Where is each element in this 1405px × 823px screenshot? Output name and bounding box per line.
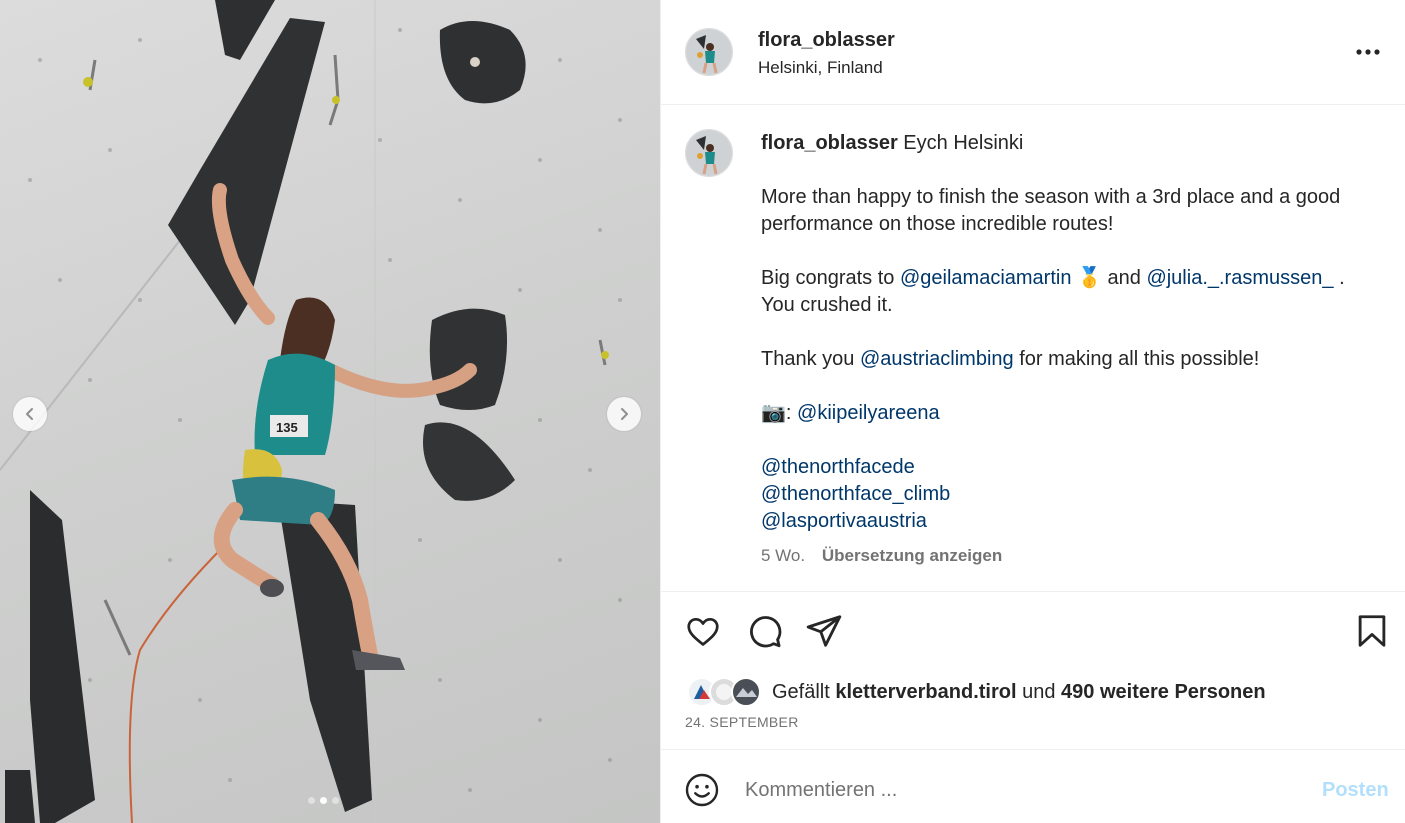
comment-button[interactable] <box>745 612 783 650</box>
post-photo: 135 <box>0 0 660 823</box>
save-button[interactable] <box>1353 612 1391 650</box>
like-button[interactable] <box>684 612 722 650</box>
author-username[interactable]: flora_oblasser <box>758 29 895 52</box>
emoji-picker-button[interactable] <box>684 772 720 808</box>
comment-bar: Posten <box>661 751 1405 823</box>
mention-link[interactable]: @geilamaciamartin <box>900 267 1071 289</box>
comment-input[interactable] <box>745 773 1285 807</box>
carousel-dot <box>308 797 315 804</box>
avatar-image <box>686 29 732 75</box>
carousel-dot <box>332 797 339 804</box>
mention-link[interactable]: @thenorthface_climb <box>761 483 950 505</box>
caption-title: Eych Helsinki <box>903 132 1024 154</box>
likes-section: Gefällt kletterverband.tirol und 490 wei… <box>661 672 1405 750</box>
post-comment-button[interactable]: Posten <box>1322 779 1389 802</box>
carousel-dot-active <box>320 797 327 804</box>
mention-link[interactable]: @thenorthfacede <box>761 456 915 478</box>
liker-username[interactable]: kletterverband.tirol <box>835 681 1016 703</box>
likes-summary: Gefällt kletterverband.tirol und 490 wei… <box>772 681 1266 704</box>
liker-avatar <box>731 677 761 707</box>
avatar-image <box>686 130 732 176</box>
post-header: flora_oblasser Helsinki, Finland <box>661 0 1405 105</box>
previous-slide-button[interactable] <box>13 397 47 431</box>
crushed-text: You crushed it. <box>761 294 893 316</box>
post-date[interactable]: 24. SEPTEMBER <box>685 714 799 730</box>
bookmark-icon <box>1358 615 1386 647</box>
congrats-text: Big congrats to <box>761 267 895 289</box>
author-avatar[interactable] <box>685 28 733 76</box>
period-text: . <box>1339 267 1345 289</box>
colon-text: : <box>785 402 792 424</box>
mention-link[interactable]: @lasportivaaustria <box>761 510 927 532</box>
and-text: and <box>1107 267 1141 289</box>
heart-icon <box>687 617 719 646</box>
smiley-icon <box>685 773 719 807</box>
share-button[interactable] <box>805 612 843 650</box>
thanks-suffix-text: for making all this possible! <box>1019 348 1260 370</box>
post-age[interactable]: 5 Wo. <box>761 546 805 565</box>
mention-link[interactable]: @austriaclimbing <box>860 348 1014 370</box>
caption-text: flora_oblasser Eych Helsinki More than h… <box>761 130 1381 535</box>
climbing-wall-image: 135 <box>0 0 622 823</box>
post-details-panel: flora_oblasser Helsinki, Finland flora_o… <box>660 0 1405 823</box>
caption-username[interactable]: flora_oblasser <box>761 132 898 154</box>
mention-link[interactable]: @julia._.rasmussen_ <box>1146 267 1333 289</box>
liker-avatars[interactable] <box>687 677 767 707</box>
likes-connector: und <box>1022 681 1056 703</box>
post-location[interactable]: Helsinki, Finland <box>758 58 883 78</box>
post-caption: flora_oblasser Eych Helsinki More than h… <box>661 105 1405 592</box>
likes-prefix: Gefällt <box>772 681 830 703</box>
caption-meta: 5 Wo. Übersetzung anzeigen <box>761 546 1002 566</box>
thanks-text: Thank you <box>761 348 855 370</box>
caption-line-1: More than happy to finish the season wit… <box>761 186 1341 235</box>
action-bar <box>661 592 1405 670</box>
more-horizontal-icon <box>1356 49 1380 55</box>
mention-link[interactable]: @kiipeilyareena <box>797 402 940 424</box>
svg-text:135: 135 <box>276 420 298 435</box>
likes-others-link[interactable]: 490 weitere Personen <box>1061 681 1266 703</box>
next-slide-button[interactable] <box>607 397 641 431</box>
caption-author-avatar[interactable] <box>685 129 733 177</box>
more-options-button[interactable] <box>1353 40 1383 64</box>
translate-button[interactable]: Übersetzung anzeigen <box>822 546 1002 565</box>
chevron-left-icon <box>26 408 33 420</box>
medal-emoji: 🥇 <box>1077 267 1102 289</box>
camera-emoji: 📷 <box>761 402 786 424</box>
paper-plane-icon <box>806 615 842 647</box>
chevron-right-icon <box>621 408 628 420</box>
carousel-indicator <box>308 797 339 804</box>
comment-bubble-icon <box>750 616 782 648</box>
